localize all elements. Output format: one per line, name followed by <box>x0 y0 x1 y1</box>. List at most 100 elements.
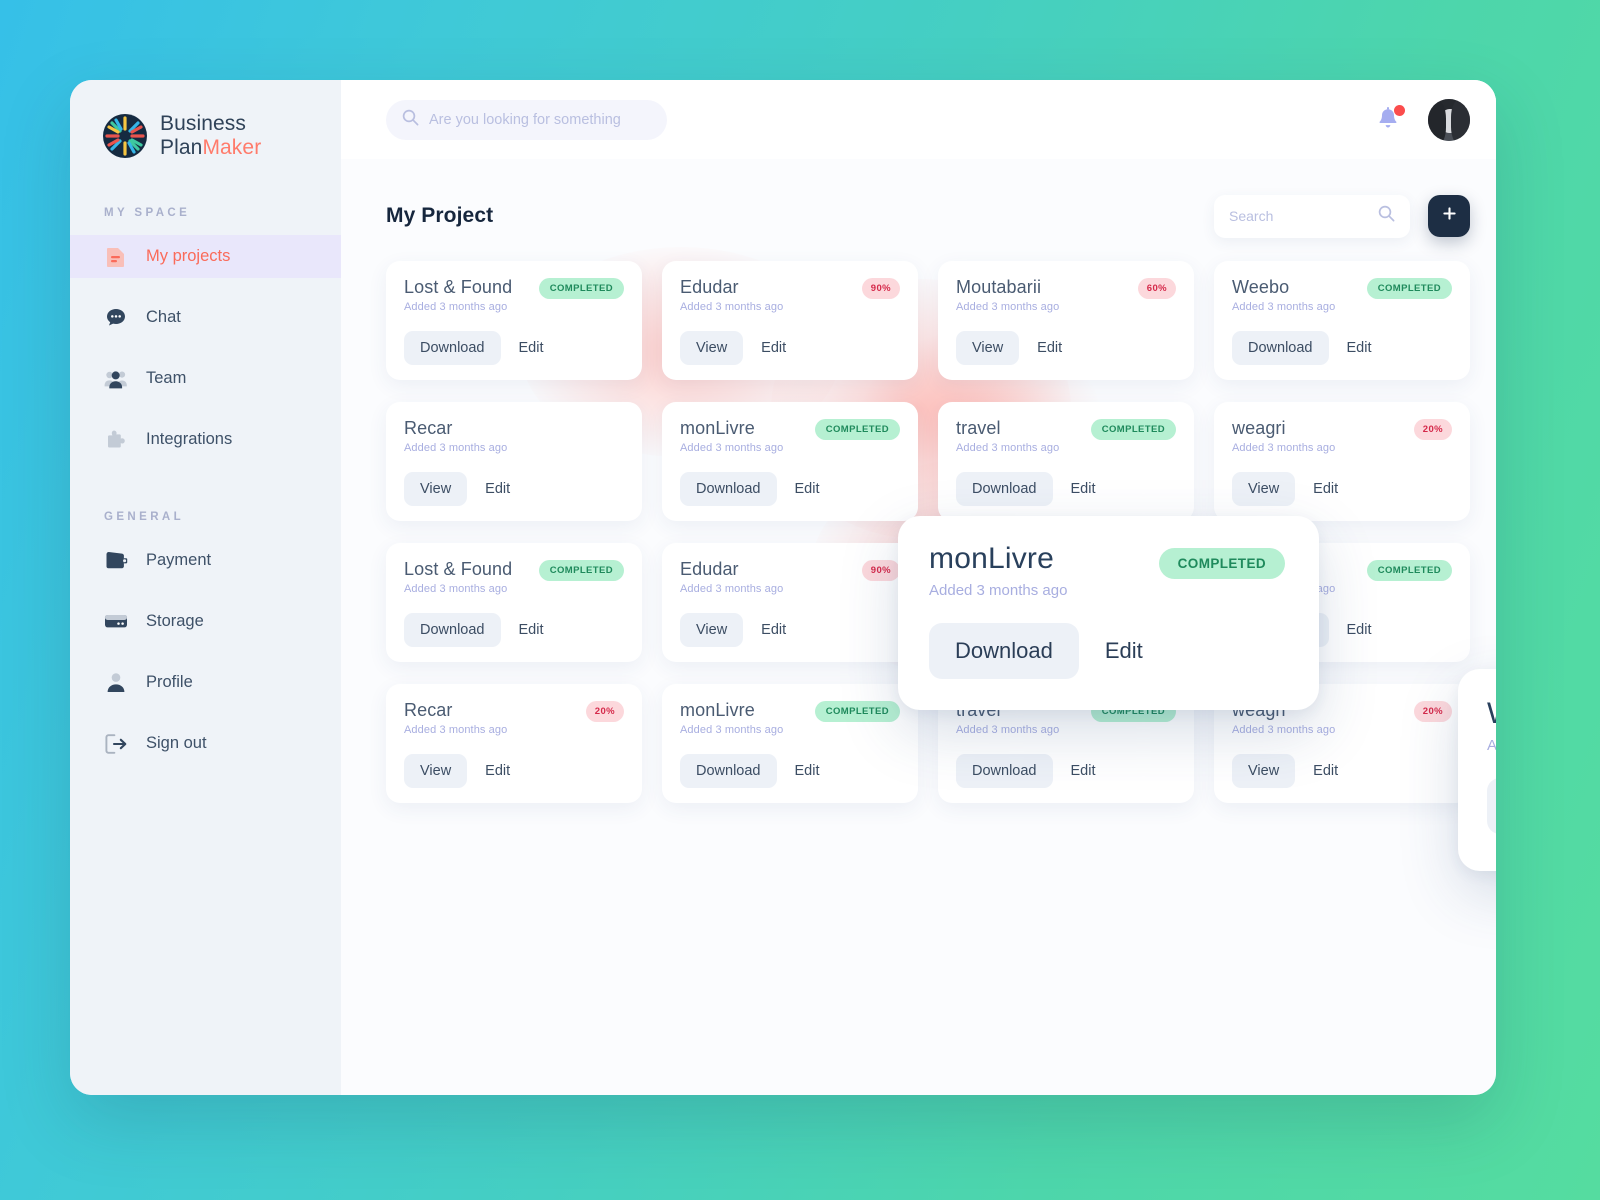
edit-button[interactable]: Edit <box>1085 623 1163 679</box>
project-card[interactable]: Recar Added 3 months ago View Edit <box>386 402 642 521</box>
sidebar-section-general: GENERAL <box>104 511 185 524</box>
view-button[interactable]: View <box>404 753 468 788</box>
project-card[interactable]: Weebo Added 3 months ago COMPLETED Downl… <box>1214 261 1470 380</box>
sidebar-item-label: My projects <box>146 247 231 266</box>
edit-button[interactable]: Edit <box>1333 613 1386 647</box>
project-popup-monlivre[interactable]: monLivre Added 3 months ago COMPLETED Do… <box>898 516 1319 710</box>
project-card[interactable]: travel Added 3 months ago COMPLETED Down… <box>938 402 1194 521</box>
content-header: My Project <box>386 193 1470 239</box>
project-card[interactable]: Recar Added 3 months ago 20% View Edit <box>386 684 642 803</box>
search-icon <box>402 109 419 131</box>
project-card[interactable]: weagri Added 3 months ago 20% View Edit <box>1214 402 1470 521</box>
app-window: Business PlanMaker MY SPACE My projects <box>70 80 1496 1095</box>
project-card[interactable]: monLivre Added 3 months ago COMPLETED Do… <box>662 402 918 521</box>
project-popup-weebo[interactable]: Weebo Added 3 months ago COMPLETED Downl… <box>1458 669 1496 871</box>
card-header: Edudar Added 3 months ago 90% <box>680 559 900 595</box>
popup-subtitle: Added 3 months ago <box>929 582 1068 599</box>
notification-badge-dot <box>1394 104 1405 116</box>
card-subtitle: Added 3 months ago <box>404 723 508 736</box>
view-button[interactable]: View <box>680 330 744 365</box>
card-title: Lost & Found <box>404 277 513 297</box>
edit-button[interactable]: Edit <box>471 754 524 788</box>
card-title-group: monLivre Added 3 months ago <box>680 700 783 736</box>
edit-button[interactable]: Edit <box>1299 472 1352 506</box>
view-button[interactable]: View <box>1232 471 1296 506</box>
card-title: Edudar <box>680 277 739 297</box>
popup-title-group: monLivre Added 3 months ago <box>929 542 1068 600</box>
edit-button[interactable]: Edit <box>505 331 558 365</box>
search-icon[interactable] <box>1378 205 1395 227</box>
sidebar-item-chat[interactable]: Chat <box>70 296 341 339</box>
sidebar-item-payment[interactable]: Payment <box>70 539 341 582</box>
popup-subtitle: Added 3 months ago <box>1487 737 1496 754</box>
status-badge: COMPLETED <box>538 278 624 299</box>
popup-title: monLivre <box>929 542 1054 575</box>
edit-button[interactable]: Edit <box>1333 331 1386 365</box>
download-button[interactable]: Download <box>929 623 1079 679</box>
card-actions: View Edit <box>680 330 900 365</box>
download-button[interactable]: Download <box>680 471 777 506</box>
card-subtitle: Added 3 months ago <box>1232 441 1336 454</box>
card-actions: Download Edit <box>956 753 1176 788</box>
status-badge: COMPLETED <box>538 560 624 581</box>
popup-header: monLivre Added 3 months ago COMPLETED <box>929 544 1285 599</box>
download-button[interactable]: Download <box>956 753 1053 788</box>
card-actions: Download Edit <box>1232 330 1452 365</box>
status-badge: 60% <box>1137 278 1176 299</box>
chat-bubble-icon <box>104 306 128 330</box>
status-badge: 90% <box>861 278 900 299</box>
sidebar-item-sign-out[interactable]: Sign out <box>70 722 341 765</box>
avatar[interactable] <box>1428 98 1470 141</box>
view-button[interactable]: View <box>956 330 1020 365</box>
sidebar-item-my-projects[interactable]: My projects <box>70 235 341 279</box>
download-button[interactable]: Download <box>1487 778 1496 834</box>
view-button[interactable]: View <box>404 471 468 506</box>
notifications-button[interactable] <box>1376 104 1405 134</box>
edit-button[interactable]: Edit <box>1057 472 1110 506</box>
card-title: weagri <box>1232 418 1286 438</box>
view-button[interactable]: View <box>680 612 744 647</box>
logo-line-2-accent: Maker <box>202 135 262 159</box>
project-card[interactable]: Edudar Added 3 months ago 90% View Edit <box>662 543 918 662</box>
edit-button[interactable]: Edit <box>747 331 800 365</box>
edit-button[interactable]: Edit <box>747 613 800 647</box>
app-logo[interactable]: Business PlanMaker <box>70 80 341 159</box>
sidebar-item-integrations[interactable]: Integrations <box>70 418 341 461</box>
download-button[interactable]: Download <box>1232 330 1329 365</box>
project-search-input[interactable] <box>1229 208 1378 224</box>
card-actions: View Edit <box>680 612 900 647</box>
download-button[interactable]: Download <box>680 753 777 788</box>
project-card[interactable]: Lost & Found Added 3 months ago COMPLETE… <box>386 543 642 662</box>
view-button[interactable]: View <box>1232 753 1296 788</box>
download-button[interactable]: Download <box>404 330 501 365</box>
edit-button[interactable]: Edit <box>1023 331 1076 365</box>
project-card[interactable]: Lost & Found Added 3 months ago COMPLETE… <box>386 261 642 380</box>
card-title: Weebo <box>1232 277 1290 297</box>
download-button[interactable]: Download <box>956 471 1053 506</box>
edit-button[interactable]: Edit <box>781 754 834 788</box>
status-badge: COMPLETED <box>1158 548 1285 579</box>
project-card[interactable]: Moutabarii Added 3 months ago 60% View E… <box>938 261 1194 380</box>
edit-button[interactable]: Edit <box>471 472 524 506</box>
user-icon <box>104 671 128 695</box>
edit-button[interactable]: Edit <box>1057 754 1110 788</box>
sidebar-item-label: Profile <box>146 673 193 692</box>
card-actions: Download Edit <box>680 753 900 788</box>
sidebar-item-storage[interactable]: Storage <box>70 600 341 643</box>
global-search-input[interactable] <box>429 111 651 128</box>
sidebar-item-team[interactable]: Team <box>70 357 341 400</box>
card-actions: Download Edit <box>680 471 900 506</box>
topbar <box>341 80 1496 159</box>
download-button[interactable]: Download <box>404 612 501 647</box>
edit-button[interactable]: Edit <box>781 472 834 506</box>
sidebar-item-label: Integrations <box>146 430 233 449</box>
add-project-button[interactable] <box>1428 195 1470 237</box>
card-subtitle: Added 3 months ago <box>680 441 784 454</box>
project-search[interactable] <box>1214 194 1410 238</box>
edit-button[interactable]: Edit <box>1299 754 1352 788</box>
edit-button[interactable]: Edit <box>505 613 558 647</box>
sidebar-item-profile[interactable]: Profile <box>70 661 341 704</box>
project-card[interactable]: Edudar Added 3 months ago 90% View Edit <box>662 261 918 380</box>
global-search[interactable] <box>386 99 667 140</box>
project-card[interactable]: monLivre Added 3 months ago COMPLETED Do… <box>662 684 918 803</box>
